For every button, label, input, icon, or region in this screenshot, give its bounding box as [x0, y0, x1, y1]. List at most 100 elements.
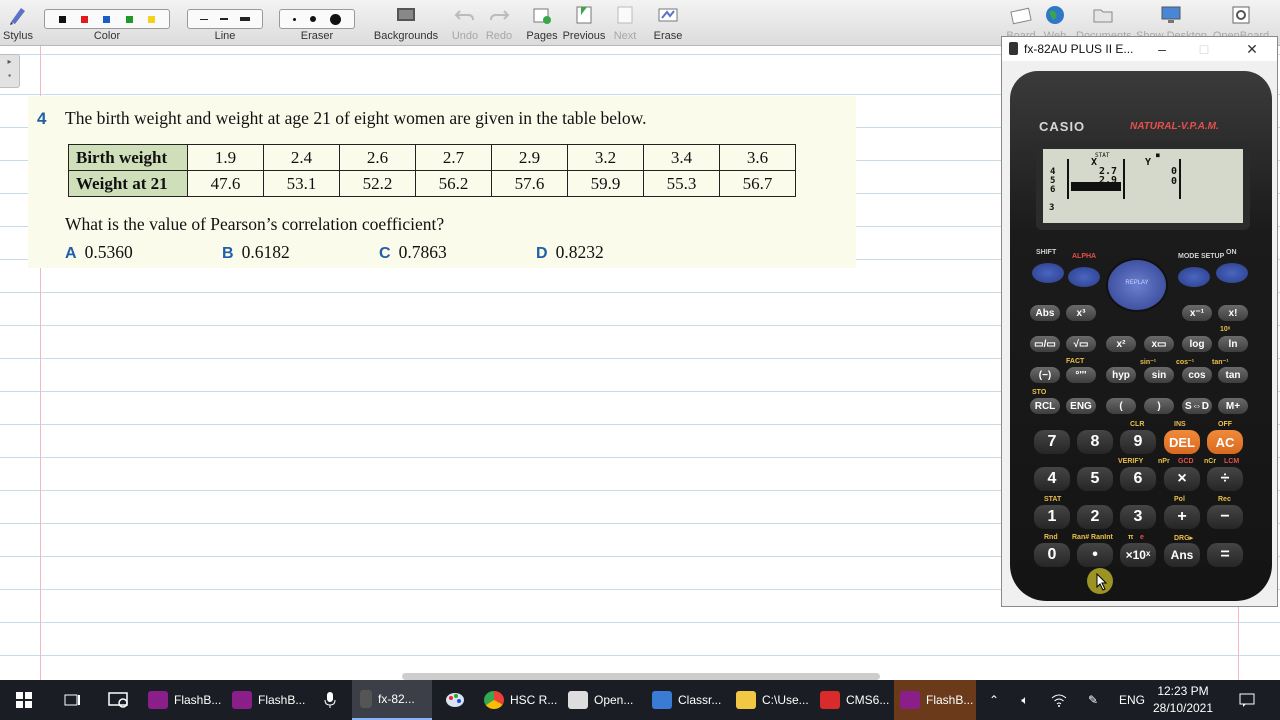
key-4[interactable]: 4 [1034, 467, 1070, 491]
taskbar-app[interactable]: C:\Use... [730, 680, 810, 720]
color-swatch-blue[interactable] [103, 15, 111, 23]
show-hidden-icons[interactable]: ⌃ [984, 680, 1004, 720]
taskbar-app[interactable]: HSC R... [478, 680, 560, 720]
fraction-key[interactable]: ▭/▭ [1030, 336, 1060, 352]
decimal-key[interactable]: • [1077, 543, 1113, 567]
taskbar-app[interactable]: Open... [562, 680, 642, 720]
option-c[interactable]: C 0.7863 [379, 242, 447, 263]
log-key[interactable]: log [1182, 336, 1212, 352]
option-d[interactable]: D 0.8232 [536, 242, 604, 263]
close-icon[interactable]: ✕ [1240, 39, 1264, 59]
key-5[interactable]: 5 [1077, 467, 1113, 491]
degree-key[interactable]: °''' [1066, 367, 1096, 383]
power-key[interactable]: x▭ [1144, 336, 1174, 352]
equals-key[interactable]: = [1207, 543, 1243, 567]
paint-button[interactable] [440, 680, 470, 720]
on-key[interactable] [1216, 263, 1248, 283]
color-swatch-black[interactable] [58, 15, 66, 23]
tan-key[interactable]: tan [1218, 367, 1248, 383]
erase-button[interactable]: Erase [648, 0, 688, 46]
key-3[interactable]: 3 [1120, 505, 1156, 529]
add-key[interactable]: + [1164, 505, 1200, 529]
eraser-large[interactable] [330, 13, 341, 25]
replay-dpad[interactable]: REPLAY [1106, 258, 1168, 312]
backgrounds-button[interactable]: Backgrounds [372, 0, 440, 46]
sd-key[interactable]: S⇔D [1182, 398, 1212, 414]
sin-key[interactable]: sin [1144, 367, 1174, 383]
key-0[interactable]: 0 [1034, 543, 1070, 567]
ac-key[interactable]: AC [1207, 430, 1243, 454]
cube-key[interactable]: x³ [1066, 305, 1096, 321]
hyp-key[interactable]: hyp [1106, 367, 1136, 383]
input-language[interactable]: ENG [1116, 680, 1148, 720]
left-paren-key[interactable]: ( [1106, 398, 1136, 414]
shift-key[interactable] [1032, 263, 1064, 283]
page-panel-toggle[interactable]: ▸ ▪ [0, 54, 20, 88]
option-b[interactable]: B 0.6182 [222, 242, 290, 263]
rcl-key[interactable]: RCL [1030, 398, 1060, 414]
undo-button[interactable]: Undo [448, 0, 482, 46]
undo-icon [454, 10, 474, 21]
microphone-button[interactable] [316, 680, 344, 720]
line-thick[interactable] [240, 17, 250, 21]
ln-key[interactable]: ln [1218, 336, 1248, 352]
sqrt-key[interactable]: √▭ [1066, 336, 1096, 352]
key-8[interactable]: 8 [1077, 430, 1113, 454]
alpha-key[interactable] [1068, 267, 1100, 287]
option-a[interactable]: A 0.5360 [65, 242, 133, 263]
taskbar-app[interactable]: FlashB... [894, 680, 976, 720]
add-page-icon [533, 8, 551, 24]
taskbar-app[interactable]: FlashB... [226, 680, 306, 720]
key-7[interactable]: 7 [1034, 430, 1070, 454]
maximize-icon[interactable]: □ [1192, 39, 1216, 59]
key-1[interactable]: 1 [1034, 505, 1070, 529]
eraser-small[interactable] [293, 17, 296, 21]
mode-key[interactable] [1178, 267, 1210, 287]
taskbar-app[interactable]: CMS6... [814, 680, 894, 720]
key-2[interactable]: 2 [1077, 505, 1113, 529]
cos-key[interactable]: cos [1182, 367, 1212, 383]
taskbar-app[interactable]: Classr... [646, 680, 726, 720]
line-thin[interactable] [200, 18, 208, 20]
reciprocal-key[interactable]: x⁻¹ [1182, 305, 1212, 321]
eraser-medium[interactable] [310, 16, 316, 22]
lcd-grid-line [1123, 159, 1125, 199]
pen-menu-button[interactable]: ✎ [1082, 680, 1104, 720]
factorial-key[interactable]: x! [1218, 305, 1248, 321]
task-view-button[interactable] [58, 680, 86, 720]
del-key[interactable]: DEL [1164, 430, 1200, 454]
right-paren-key[interactable]: ) [1144, 398, 1174, 414]
redo-button[interactable]: Redo [482, 0, 516, 46]
ans-key[interactable]: Ans [1164, 543, 1200, 567]
taskbar-clock[interactable]: 12:23 PM 28/10/2021 [1148, 683, 1218, 717]
line-medium[interactable] [220, 18, 228, 20]
square-key[interactable]: x² [1106, 336, 1136, 352]
key-9[interactable]: 9 [1120, 430, 1156, 454]
network-button[interactable] [1048, 680, 1070, 720]
start-button[interactable] [10, 680, 38, 720]
taskbar-app[interactable]: FlashB... [142, 680, 222, 720]
key-6[interactable]: 6 [1120, 467, 1156, 491]
next-button[interactable]: Next [608, 0, 642, 46]
notifications-button[interactable] [1234, 680, 1260, 720]
screen-recorder-button[interactable] [104, 680, 134, 720]
color-swatch-yellow[interactable] [148, 15, 156, 23]
color-swatch-green[interactable] [125, 15, 133, 23]
previous-button[interactable]: Previous [562, 0, 606, 46]
negative-key[interactable]: (−) [1030, 367, 1060, 383]
volume-button[interactable]: 🔈︎ [1014, 680, 1036, 720]
m-plus-key[interactable]: M+ [1218, 398, 1248, 414]
stylus-tool[interactable]: Stylus [0, 0, 36, 46]
horizontal-scrollbar[interactable] [402, 673, 880, 680]
calculator-titlebar[interactable]: fx-82AU PLUS II E... – □ ✕ [1002, 37, 1277, 61]
exp-key[interactable]: ×10ˣ [1120, 543, 1156, 567]
minimize-icon[interactable]: – [1150, 39, 1174, 59]
taskbar-app-active[interactable]: fx-82... [352, 680, 432, 720]
subtract-key[interactable]: − [1207, 505, 1243, 529]
color-swatch-red[interactable] [81, 15, 89, 23]
pages-button[interactable]: Pages [524, 0, 560, 46]
eng-key[interactable]: ENG [1066, 398, 1096, 414]
divide-key[interactable]: ÷ [1207, 467, 1243, 491]
abs-key[interactable]: Abs [1030, 305, 1060, 321]
multiply-key[interactable]: × [1164, 467, 1200, 491]
